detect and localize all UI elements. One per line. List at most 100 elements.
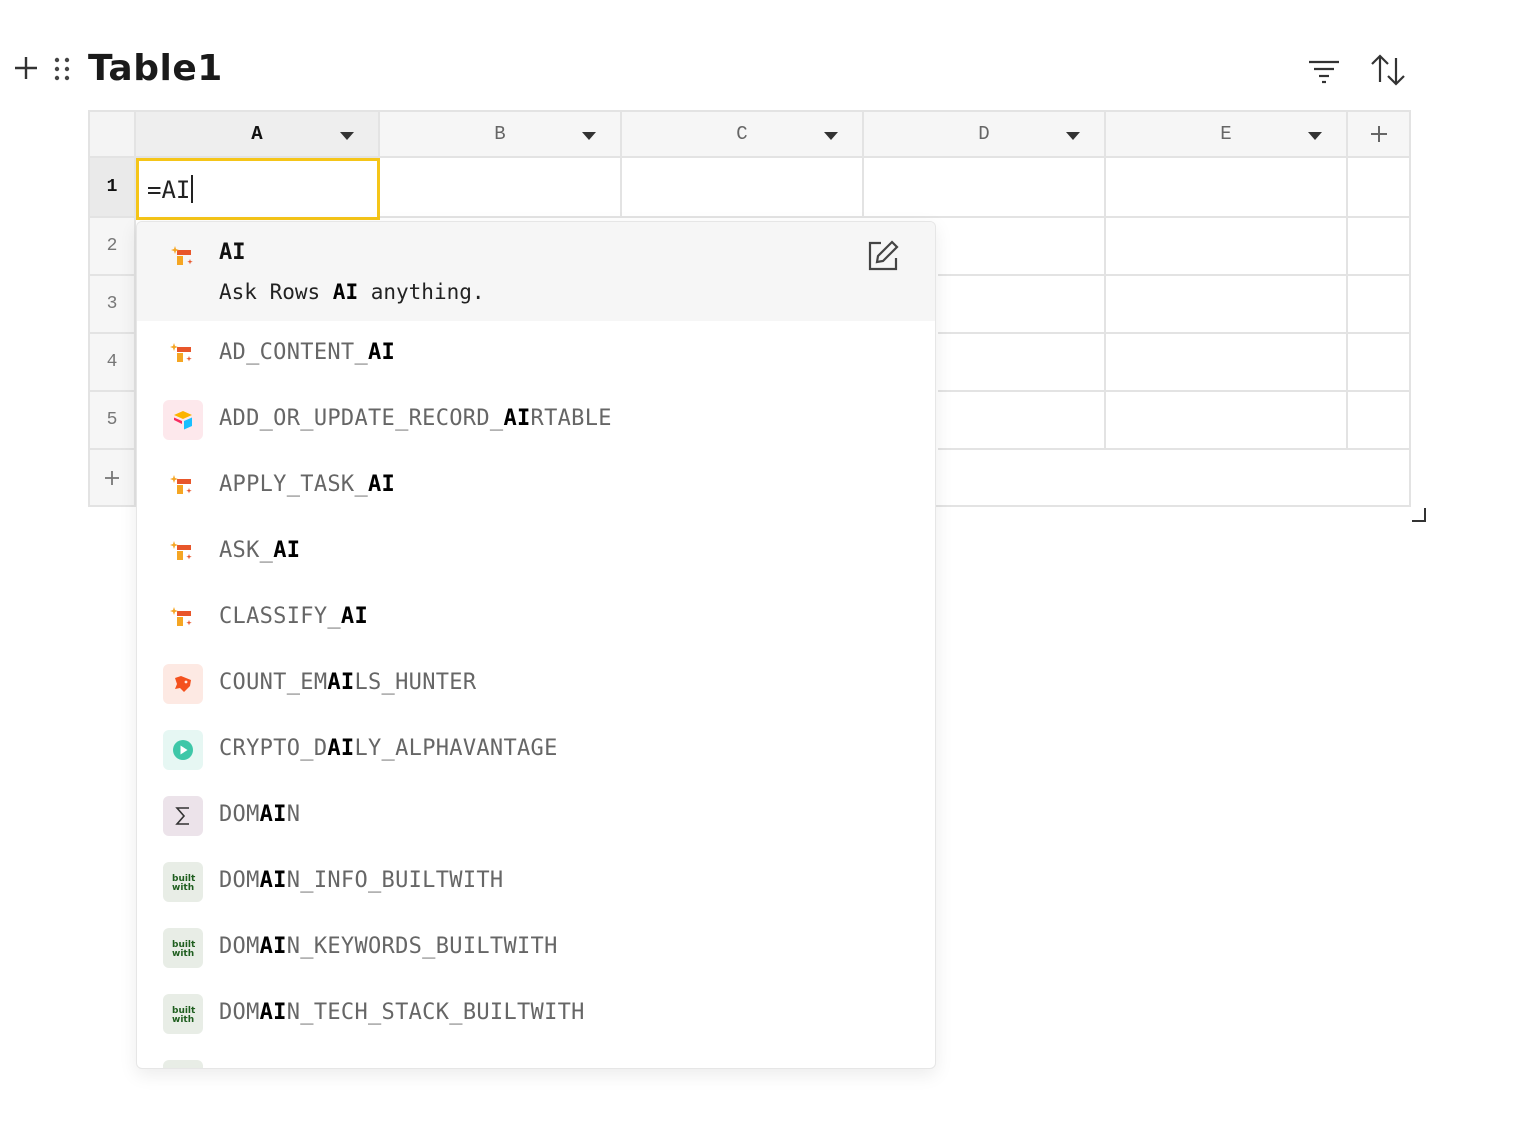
- cell[interactable]: [1106, 158, 1348, 218]
- column-header-e[interactable]: E: [1106, 112, 1348, 158]
- suggestion-label: DOMAIN_INFO_BUILTWITH: [219, 868, 504, 893]
- row-header-5[interactable]: 5: [90, 392, 136, 450]
- chevron-down-icon[interactable]: [340, 132, 354, 140]
- cell[interactable]: [938, 276, 1106, 334]
- row-header-1[interactable]: 1: [90, 158, 136, 218]
- rows-ai-icon: [163, 598, 203, 638]
- column-label: C: [736, 123, 748, 145]
- add-column-button[interactable]: [1348, 112, 1409, 158]
- edit-icon[interactable]: [865, 238, 901, 274]
- suggestion-label: DOMAIN_KEYWORDS_BUILTWITH: [219, 934, 558, 959]
- suggestion-label: COUNT_EMAILS_HUNTER: [219, 670, 477, 695]
- table-header: Table1: [0, 40, 1536, 100]
- row-label: 3: [106, 294, 118, 314]
- svg-text:with: with: [172, 883, 194, 893]
- chevron-down-icon[interactable]: [1308, 132, 1322, 140]
- cell[interactable]: [1348, 158, 1409, 218]
- grid-corner[interactable]: [90, 112, 136, 158]
- column-label: A: [251, 123, 263, 145]
- column-label: E: [1220, 123, 1232, 145]
- suggestion-label: DOMAIN_TECH_STACK_BUILTWITH: [219, 1000, 585, 1025]
- filter-icon[interactable]: [1306, 54, 1342, 86]
- row-label: 1: [106, 177, 118, 197]
- table-resize-handle[interactable]: [1412, 508, 1426, 522]
- suggestion-item[interactable]: DOMAIN: [137, 783, 935, 849]
- hunter-icon: [163, 664, 203, 704]
- cell[interactable]: [1106, 276, 1348, 334]
- suggestion-label: CRYPTO_DAILY_ALPHAVANTAGE: [219, 736, 558, 761]
- svg-text:with: with: [172, 1015, 194, 1025]
- suggestion-item[interactable]: CRYPTO_DAILY_ALPHAVANTAGE: [137, 717, 935, 783]
- formula-text: =AI: [147, 176, 191, 204]
- column-header-d[interactable]: D: [864, 112, 1106, 158]
- cell[interactable]: [938, 392, 1106, 450]
- sort-icon[interactable]: [1368, 52, 1408, 88]
- suggestion-item[interactable]: COUNT_EMAILS_HUNTER: [137, 651, 935, 717]
- row-header-2[interactable]: 2: [90, 218, 136, 276]
- suggestion-ai[interactable]: AI Ask Rows AI anything.: [137, 222, 935, 321]
- rows-ai-icon: [163, 466, 203, 506]
- builtwith-icon: built with: [163, 994, 203, 1034]
- chevron-down-icon[interactable]: [582, 132, 596, 140]
- suggestion-item[interactable]: ASK_AI: [137, 519, 935, 585]
- cell[interactable]: [1348, 276, 1409, 334]
- suggestion-item[interactable]: built with DOMAIN_INFO_BUILTWITH: [137, 849, 935, 915]
- suggestion-item[interactable]: ADD_OR_UPDATE_RECORD_AIRTABLE: [137, 387, 935, 453]
- suggestion-label: APPLY_TASK_AI: [219, 472, 396, 497]
- suggestion-item[interactable]: built with DOMAIN_TECH_STACK_BUILTWITH: [137, 981, 935, 1047]
- cell[interactable]: [1348, 218, 1409, 276]
- drag-handle-icon[interactable]: [52, 54, 72, 84]
- text-cursor: [191, 175, 194, 203]
- cell[interactable]: [1348, 334, 1409, 392]
- cell[interactable]: [938, 334, 1106, 392]
- suggestion-name: AI: [219, 240, 246, 265]
- cell-editor-a1[interactable]: =AI: [136, 158, 380, 220]
- row-label: 2: [106, 236, 118, 256]
- column-label: D: [978, 123, 990, 145]
- suggestion-item-partial[interactable]: [137, 1047, 935, 1068]
- suggestion-item[interactable]: APPLY_TASK_AI: [137, 453, 935, 519]
- svg-text:with: with: [172, 949, 194, 959]
- cell[interactable]: [1106, 218, 1348, 276]
- column-header-c[interactable]: C: [622, 112, 864, 158]
- builtwith-icon: [163, 1060, 203, 1068]
- cell[interactable]: [864, 158, 1106, 218]
- suggestion-item[interactable]: built with DOMAIN_KEYWORDS_BUILTWITH: [137, 915, 935, 981]
- plus-icon: [1370, 126, 1387, 142]
- suggestion-label: DOMAIN: [219, 802, 301, 827]
- row-label: 4: [106, 352, 118, 372]
- row-header-4[interactable]: 4: [90, 334, 136, 392]
- add-icon[interactable]: [12, 54, 40, 82]
- table-title[interactable]: Table1: [88, 48, 223, 89]
- cell[interactable]: [1106, 334, 1348, 392]
- cell[interactable]: [1106, 392, 1348, 450]
- column-header-b[interactable]: B: [380, 112, 622, 158]
- chevron-down-icon[interactable]: [824, 132, 838, 140]
- alphavantage-icon: [163, 730, 203, 770]
- suggestion-description: Ask Rows AI anything.: [219, 280, 485, 304]
- suggestion-label: ASK_AI: [219, 538, 301, 563]
- rows-ai-icon: [171, 246, 193, 265]
- suggestion-item[interactable]: CLASSIFY_AI: [137, 585, 935, 651]
- plus-icon: [105, 470, 119, 485]
- suggestion-item[interactable]: AD_CONTENT_AI: [137, 321, 935, 387]
- builtwith-icon: built with: [163, 928, 203, 968]
- cell[interactable]: [380, 158, 622, 218]
- rows-ai-icon: [163, 334, 203, 374]
- airtable-icon: [163, 400, 203, 440]
- suggestion-label: CLASSIFY_AI: [219, 604, 368, 629]
- column-label: B: [494, 123, 506, 145]
- suggestion-label: ADD_OR_UPDATE_RECORD_AIRTABLE: [219, 406, 612, 431]
- suggestion-label: AD_CONTENT_AI: [219, 340, 396, 365]
- formula-suggestions-dropdown: AI Ask Rows AI anything. AD_CONTENT_AI AD…: [136, 221, 936, 1069]
- rows-ai-icon: [163, 532, 203, 572]
- cell[interactable]: [938, 218, 1106, 276]
- row-header-3[interactable]: 3: [90, 276, 136, 334]
- cell[interactable]: [622, 158, 864, 218]
- chevron-down-icon[interactable]: [1066, 132, 1080, 140]
- builtwith-icon: built with: [163, 862, 203, 902]
- row-label: 5: [106, 410, 118, 430]
- cell[interactable]: [1348, 392, 1409, 450]
- column-header-a[interactable]: A: [136, 112, 380, 158]
- add-row-button[interactable]: [90, 450, 136, 505]
